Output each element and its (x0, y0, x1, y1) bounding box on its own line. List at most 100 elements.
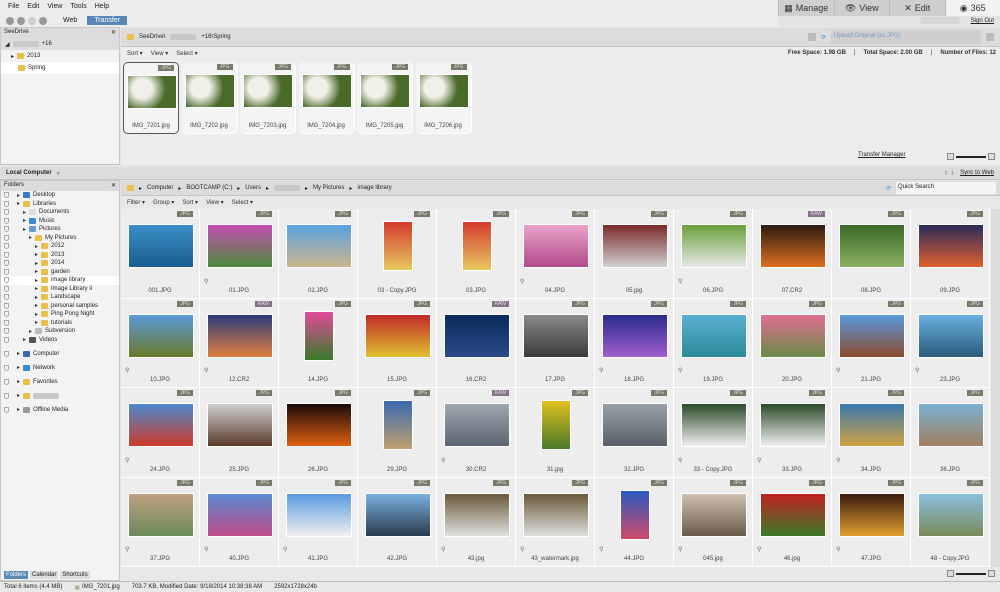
tree-item[interactable]: ▸ (1, 391, 119, 400)
grid-zoom-slider[interactable] (947, 570, 995, 577)
expand-icon[interactable]: ▸ (14, 234, 32, 241)
filter-menu[interactable]: Filter ▾ (127, 199, 145, 206)
tree-item[interactable]: ▸ Favorites (1, 377, 119, 386)
tab-manage[interactable]: ▦ Manage (778, 0, 834, 16)
crumb-my-pictures[interactable]: My Pictures (313, 185, 344, 191)
back-icon[interactable] (17, 16, 25, 25)
tab-calendar[interactable]: Calendar (30, 571, 59, 579)
file-tile[interactable]: JPG 36.JPG (911, 388, 990, 478)
tree-item[interactable]: ▸ tutorials (1, 319, 119, 328)
home-icon[interactable] (6, 16, 14, 25)
tree-item[interactable]: ▸ image library (1, 276, 119, 285)
expand-icon[interactable]: ▸ (14, 336, 26, 343)
view-menu[interactable]: View ▾ (151, 50, 169, 57)
file-tile[interactable]: JPG ⚲ 21.JPG (832, 298, 911, 388)
web-button[interactable]: Web (56, 16, 84, 25)
file-tile[interactable]: JPG ⚲ 18.JPG (595, 298, 674, 388)
tab-folders[interactable]: Folders (4, 571, 29, 579)
quick-search-input[interactable]: Quick Search (896, 182, 996, 194)
tree-item[interactable]: ▸ Landscape (1, 293, 119, 302)
seedrive-thumbnail[interactable]: JPG IMG_7206.jpg (415, 62, 472, 134)
crumb-image-library[interactable]: image library (357, 185, 391, 191)
file-tile[interactable]: JPG 03 - Copy.JPG (358, 209, 437, 299)
tree-item[interactable]: ▸ Network (1, 363, 119, 372)
tree-item[interactable]: ▸ Pictures (1, 225, 119, 234)
tree-item[interactable]: ▸ Videos (1, 336, 119, 345)
tree-item[interactable]: ▸ garden (1, 268, 119, 277)
file-tile[interactable]: JPG ⚲ 46.jpg (753, 477, 832, 567)
file-tile[interactable]: JPG ⚲ 41.JPG (279, 477, 358, 567)
tree-item[interactable]: ▸ 2013 (1, 251, 119, 260)
tree-item[interactable]: ▸ My Pictures (1, 234, 119, 243)
expand-icon[interactable]: ▸ (14, 319, 38, 326)
seedrive-zoom-slider[interactable] (947, 153, 995, 160)
file-tile[interactable]: JPG ⚲ 06.JPG (674, 209, 753, 299)
expand-icon[interactable]: ▸ (14, 302, 38, 309)
tab-view[interactable]: 👁 View (833, 0, 889, 16)
tree-item[interactable]: ▸ 2012 (1, 242, 119, 251)
file-tile[interactable]: JPG ⚲ 10.JPG (121, 298, 200, 388)
tree-item[interactable]: ▸ Image Library ii (1, 285, 119, 294)
file-tile[interactable]: JPG ⚲ 34.JPG (832, 388, 911, 478)
seedrive-folder-spring[interactable]: Spring (1, 62, 119, 74)
scrollbar[interactable] (991, 209, 1000, 567)
menu-edit[interactable]: Edit (27, 3, 39, 11)
file-tile[interactable]: JPG ⚲ 23.JPG (911, 298, 990, 388)
expand-icon[interactable]: ▸ (14, 350, 20, 357)
tree-item[interactable]: ▸ Subversion (1, 327, 119, 336)
file-tile[interactable]: JPG 42.JPG (358, 477, 437, 567)
select-menu[interactable]: Select ▾ (232, 199, 253, 206)
seedrive-account[interactable]: ◢ +16 (1, 38, 119, 50)
menu-tools[interactable]: Tools (70, 3, 86, 11)
expand-icon[interactable]: ▸ (14, 209, 26, 216)
file-tile[interactable]: JPG ⚲ 19.JPG (674, 298, 753, 388)
crumb-computer[interactable]: Computer (147, 185, 173, 191)
expand-icon[interactable]: ▸ (14, 392, 20, 399)
file-tile[interactable]: JPG ⚲ 47.JPG (832, 477, 911, 567)
expand-icon[interactable]: ▸ (14, 217, 26, 224)
expand-icon[interactable]: ▸ (14, 243, 38, 250)
forward-icon[interactable] (28, 16, 36, 25)
expand-icon[interactable]: ▸ (14, 268, 38, 275)
crumb-users[interactable]: Users (245, 185, 261, 191)
tree-item[interactable]: ▸ personal samples (1, 302, 119, 311)
tree-item[interactable]: ▸ Computer (1, 349, 119, 358)
tree-item[interactable]: ▸ Ping Pong Night (1, 310, 119, 319)
tree-item[interactable]: ▸ Music (1, 217, 119, 226)
file-tile[interactable]: JPG ⚲ 43_watermark.jpg (516, 477, 595, 567)
seedrive-thumbnail[interactable]: JPG IMG_7203.jpg (240, 62, 296, 134)
seedrive-thumbnail[interactable]: JPG IMG_7201.jpg (123, 62, 179, 134)
crumb-user-redacted[interactable] (273, 185, 300, 191)
sign-out-link[interactable]: Sign Out (971, 18, 994, 24)
tree-item[interactable]: ▸ Documents (1, 208, 119, 217)
expand-icon[interactable]: ▸ (14, 364, 20, 371)
expand-icon[interactable]: ▸ (14, 311, 38, 318)
file-tile[interactable]: JPG 14.JPG (279, 298, 358, 388)
zoom-out-icon[interactable] (947, 570, 954, 577)
sync-to-web-link[interactable]: Sync to Web (960, 170, 994, 176)
file-tile[interactable]: JPG 17.JPG (516, 298, 595, 388)
file-tile[interactable]: JPG 48 - Copy.JPG (911, 477, 990, 567)
file-tile[interactable]: JPG 03.JPG (437, 209, 516, 299)
seedrive-thumbnail[interactable]: JPG IMG_7205.jpg (357, 62, 413, 134)
expand-icon[interactable]: ▸ (14, 285, 38, 292)
transfer-manager-link[interactable]: Transfer Manager (858, 152, 905, 158)
expand-icon[interactable]: ▸ (14, 251, 38, 258)
expand-icon[interactable]: ▸ (14, 294, 38, 301)
tree-item[interactable]: ▸ 2014 (1, 259, 119, 268)
tree-item[interactable]: ▸ Libraries (1, 200, 119, 209)
close-icon[interactable]: ✕ (111, 29, 116, 37)
expand-icon[interactable]: ▸ (14, 406, 20, 413)
menu-view[interactable]: View (47, 3, 62, 11)
file-tile[interactable]: JPG ⚲ 40.JPG (200, 477, 279, 567)
expand-icon[interactable]: ▸ (14, 328, 32, 335)
expand-icon[interactable]: ▸ (14, 200, 20, 207)
file-tile[interactable]: RAW ⚲ 30.CR2 (437, 388, 516, 478)
file-tile[interactable]: JPG 20.JPG (753, 298, 832, 388)
file-tile[interactable]: JPG ⚲ 33 - Copy.JPG (674, 388, 753, 478)
select-menu[interactable]: Select ▾ (176, 50, 197, 57)
file-tile[interactable]: JPG 15.JPG (358, 298, 437, 388)
file-tile[interactable]: RAW 07.CR2 (753, 209, 832, 299)
tree-item[interactable]: ▸ Desktop (1, 191, 119, 200)
expand-icon[interactable]: ▸ (14, 260, 38, 267)
